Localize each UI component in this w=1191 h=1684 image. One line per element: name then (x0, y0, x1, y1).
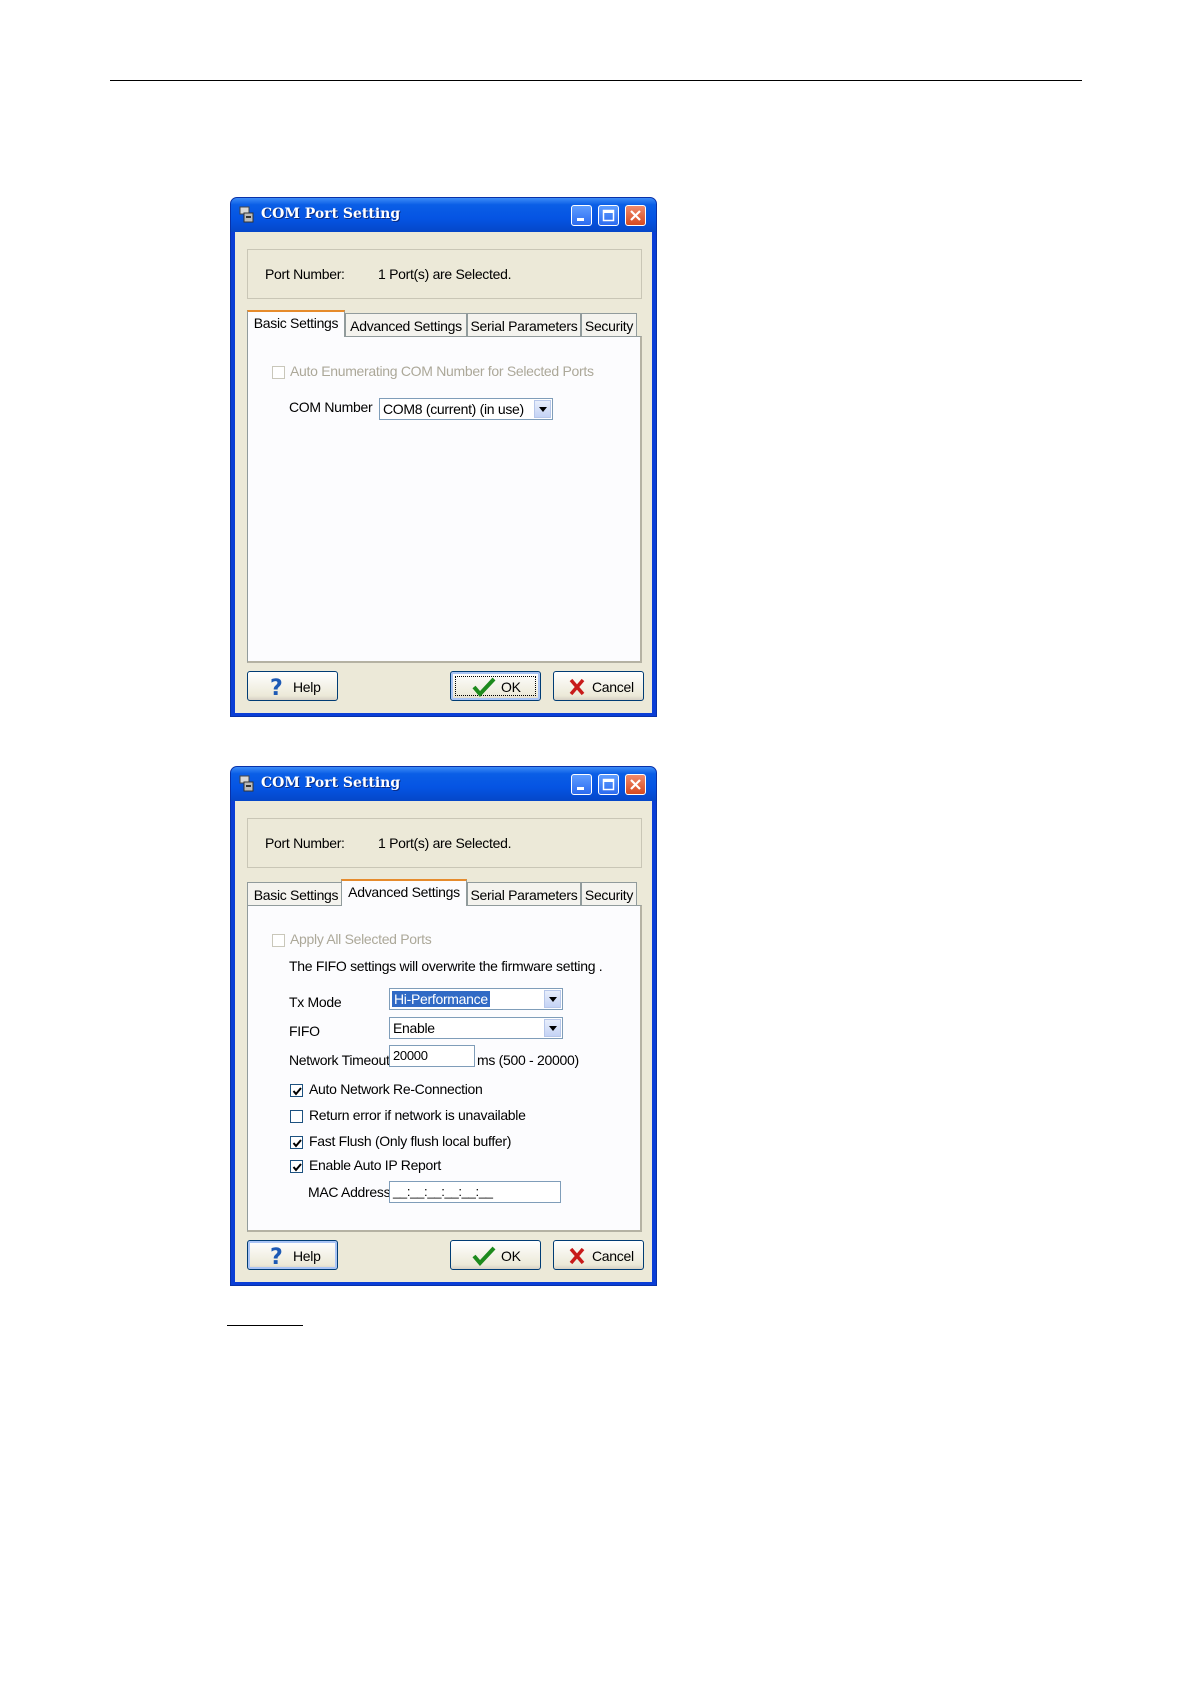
network-timeout-label: Network Timeout (289, 1052, 390, 1068)
com-port-setting-window-advanced: COM Port Setting Port Number: 1 Port(s) … (230, 766, 657, 1286)
checkmark-icon (472, 1246, 496, 1266)
port-number-box: Port Number: 1 Port(s) are Selected. (247, 249, 642, 299)
port-number-label: Port Number: (265, 266, 345, 282)
com-number-label: COM Number (289, 399, 373, 415)
fifo-note: The FIFO settings will overwrite the fir… (289, 958, 603, 974)
cancel-button[interactable]: Cancel (553, 1240, 644, 1270)
enable-auto-ip-report-label: Enable Auto IP Report (309, 1157, 441, 1173)
dialog-body: Port Number: 1 Port(s) are Selected. Bas… (235, 801, 652, 1282)
com-number-select[interactable]: COM8 (current) (in use) (379, 398, 553, 420)
ok-button-label: OK (501, 1248, 521, 1264)
svg-text:?: ? (270, 676, 282, 698)
port-number-label: Port Number: (265, 835, 345, 851)
svg-text:?: ? (270, 1245, 282, 1267)
fifo-select[interactable]: Enable (389, 1017, 563, 1039)
footnote-rule (227, 1325, 303, 1326)
enable-auto-ip-report-checkbox[interactable] (290, 1160, 303, 1173)
port-number-value: 1 Port(s) are Selected. (378, 835, 512, 851)
auto-enumerating-checkbox[interactable] (272, 366, 285, 379)
com-port-app-icon (239, 206, 255, 224)
page-header-rule (110, 80, 1082, 81)
checkmark-icon (292, 1087, 302, 1096)
tx-mode-value: Hi-Performance (392, 991, 490, 1007)
tab-advanced-settings[interactable]: Advanced Settings (345, 313, 467, 337)
minimize-icon (577, 218, 584, 221)
com-port-setting-window-basic: COM Port Setting Port Number: 1 Port(s) … (230, 197, 657, 717)
tab-security[interactable]: Security (581, 313, 637, 337)
apply-all-label: Apply All Selected Ports (290, 931, 432, 947)
tab-serial-parameters[interactable]: Serial Parameters (467, 313, 581, 337)
port-number-value: 1 Port(s) are Selected. (378, 266, 512, 282)
dialog-body: Port Number: 1 Port(s) are Selected. Bas… (235, 232, 652, 713)
close-button[interactable] (625, 774, 646, 795)
tab-advanced-settings[interactable]: Advanced Settings (341, 879, 467, 906)
minimize-button[interactable] (571, 205, 592, 226)
mac-address-input[interactable]: __:__:__:__:__:__ (389, 1181, 561, 1203)
tab-serial-parameters[interactable]: Serial Parameters (467, 882, 581, 906)
ok-button[interactable]: OK (450, 1240, 541, 1270)
auto-network-reconnection-checkbox[interactable] (290, 1084, 303, 1097)
help-button-label: Help (293, 679, 321, 695)
fifo-label: FIFO (289, 1023, 320, 1039)
ok-button-label: OK (501, 679, 521, 695)
window-title: COM Port Setting (261, 206, 401, 222)
red-x-icon (569, 1247, 585, 1265)
basic-settings-panel: Auto Enumerating COM Number for Selected… (247, 336, 642, 663)
return-error-checkbox[interactable] (290, 1110, 303, 1123)
auto-network-reconnection-label: Auto Network Re-Connection (309, 1081, 483, 1097)
maximize-button[interactable] (598, 205, 619, 226)
question-mark-icon: ? (270, 1245, 283, 1267)
fast-flush-checkbox[interactable] (290, 1136, 303, 1149)
network-timeout-input[interactable]: 20000 (389, 1045, 475, 1067)
minimize-icon (577, 787, 584, 790)
com-port-app-icon (239, 775, 255, 793)
help-button-label: Help (293, 1248, 321, 1264)
window-title: COM Port Setting (261, 775, 401, 791)
close-icon (630, 779, 641, 790)
maximize-button[interactable] (598, 774, 619, 795)
cancel-button[interactable]: Cancel (553, 671, 644, 701)
tab-basic-settings[interactable]: Basic Settings (247, 310, 345, 337)
checkmark-icon (292, 1163, 302, 1172)
title-bar[interactable]: COM Port Setting (231, 767, 656, 801)
apply-all-checkbox[interactable] (272, 934, 285, 947)
com-number-value: COM8 (current) (in use) (383, 401, 524, 417)
mac-address-label: MAC Address (308, 1184, 391, 1200)
title-bar[interactable]: COM Port Setting (231, 198, 656, 232)
return-error-label: Return error if network is unavailable (309, 1107, 526, 1123)
cancel-button-label: Cancel (592, 679, 634, 695)
question-mark-icon: ? (270, 676, 283, 698)
tab-basic-settings[interactable]: Basic Settings (247, 882, 345, 906)
red-x-icon (569, 678, 585, 696)
close-icon (630, 210, 641, 221)
chevron-down-icon[interactable] (544, 990, 561, 1008)
minimize-button[interactable] (571, 774, 592, 795)
fifo-value: Enable (393, 1020, 435, 1036)
port-number-box: Port Number: 1 Port(s) are Selected. (247, 818, 642, 868)
cancel-button-label: Cancel (592, 1248, 634, 1264)
auto-enumerating-label: Auto Enumerating COM Number for Selected… (290, 363, 594, 379)
chevron-down-icon[interactable] (544, 1019, 561, 1037)
help-button[interactable]: ? Help (247, 671, 338, 701)
tx-mode-select[interactable]: Hi-Performance (389, 988, 563, 1010)
chevron-down-icon[interactable] (534, 400, 551, 418)
fast-flush-label: Fast Flush (Only flush local buffer) (309, 1133, 512, 1149)
checkmark-icon (292, 1139, 302, 1148)
tab-security[interactable]: Security (581, 882, 637, 906)
help-button[interactable]: ? Help (247, 1240, 338, 1270)
checkmark-icon (472, 677, 496, 697)
maximize-icon (602, 778, 615, 791)
advanced-settings-panel: Apply All Selected Ports The FIFO settin… (247, 905, 642, 1232)
ok-button[interactable]: OK (450, 671, 541, 701)
close-button[interactable] (625, 205, 646, 226)
tx-mode-label: Tx Mode (289, 994, 342, 1010)
network-timeout-unit: ms (500 - 20000) (477, 1052, 579, 1068)
maximize-icon (602, 209, 615, 222)
